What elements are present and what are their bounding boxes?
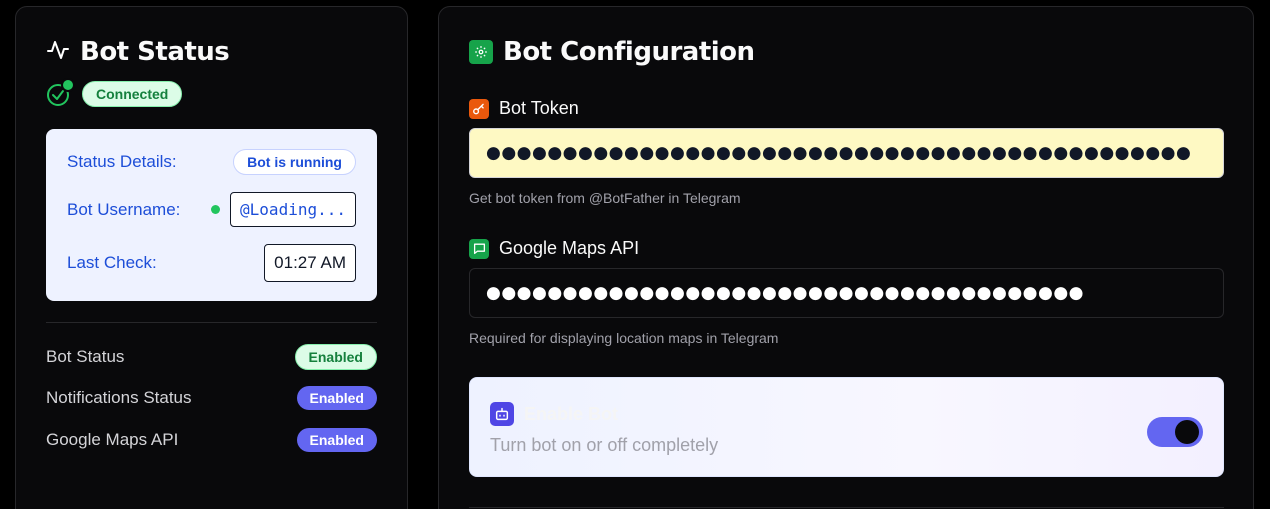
maps-api-enabled-badge: Enabled	[296, 428, 377, 452]
status-details-row: Status Details: Bot is running	[67, 149, 356, 175]
bot-configuration-title: Bot Configuration	[503, 37, 755, 67]
enable-bot-panel: Enable Bot Turn bot on or off completely	[469, 377, 1224, 477]
status-divider	[46, 322, 377, 323]
bot-running-badge: Bot is running	[233, 149, 356, 175]
bot-status-enabled-badge: Enabled	[294, 344, 377, 370]
connection-status-row: Connected	[46, 78, 183, 107]
bot-username-row: Bot Username: @Loading...	[67, 192, 356, 227]
summary-label: Bot Status	[46, 347, 125, 366]
maps-api-label: Google Maps API	[499, 238, 640, 258]
summary-row-notifications: Notifications Status Enabled	[46, 386, 377, 410]
bot-token-input[interactable]: ●●●●●●●●●●●●●●●●●●●●●●●●●●●●●●●●●●●●●●●●…	[469, 128, 1224, 178]
enable-bot-title-row: Enable Bot	[490, 402, 618, 426]
bot-username-label: Bot Username:	[67, 199, 181, 219]
status-details-label: Status Details:	[67, 152, 177, 171]
bot-configuration-card: Bot Configuration Bot Token ●●●●●●●●●●●●…	[438, 6, 1254, 509]
bot-username-value: @Loading...	[230, 192, 356, 227]
bot-token-label: Bot Token	[499, 98, 579, 118]
next-section-border	[469, 507, 1224, 508]
bot-status-card: Bot Status Connected Status Details: Bot…	[15, 6, 408, 509]
enable-bot-description: Turn bot on or off completely	[490, 435, 719, 455]
username-status-dot	[211, 205, 221, 214]
bot-username-value-wrap: @Loading...	[211, 192, 356, 227]
summary-label: Google Maps API	[46, 430, 179, 449]
maps-api-hint: Required for displaying location maps in…	[469, 330, 779, 346]
status-details-box: Status Details: Bot is running Bot Usern…	[46, 129, 377, 301]
summary-row-maps-api: Google Maps API Enabled	[46, 428, 377, 452]
notifications-enabled-badge: Enabled	[296, 386, 377, 410]
gear-icon	[469, 40, 493, 64]
maps-api-input[interactable]: ●●●●●●●●●●●●●●●●●●●●●●●●●●●●●●●●●●●●●●●	[469, 268, 1224, 318]
bot-status-header: Bot Status	[46, 37, 230, 67]
maps-api-label-row: Google Maps API	[469, 238, 639, 259]
summary-row-bot-status: Bot Status Enabled	[46, 344, 377, 370]
key-icon	[469, 98, 489, 119]
bot-token-hint: Get bot token from @BotFather in Telegra…	[469, 190, 741, 206]
enable-bot-toggle[interactable]	[1147, 417, 1203, 447]
summary-label: Notifications Status	[46, 388, 192, 407]
check-circle-icon	[46, 78, 75, 107]
bot-configuration-header: Bot Configuration	[469, 37, 755, 67]
last-check-row: Last Check: 01:27 AM	[67, 244, 356, 282]
online-indicator-dot	[61, 78, 75, 92]
bot-status-title: Bot Status	[80, 37, 230, 67]
enable-bot-title: Enable Bot	[524, 403, 619, 424]
last-check-label: Last Check:	[67, 253, 157, 272]
connected-badge: Connected	[82, 81, 183, 107]
message-square-icon	[469, 238, 489, 259]
toggle-knob	[1175, 420, 1199, 444]
last-check-value: 01:27 AM	[264, 244, 356, 282]
activity-icon	[46, 38, 70, 67]
bot-icon	[490, 402, 514, 426]
bot-token-label-row: Bot Token	[469, 98, 579, 119]
